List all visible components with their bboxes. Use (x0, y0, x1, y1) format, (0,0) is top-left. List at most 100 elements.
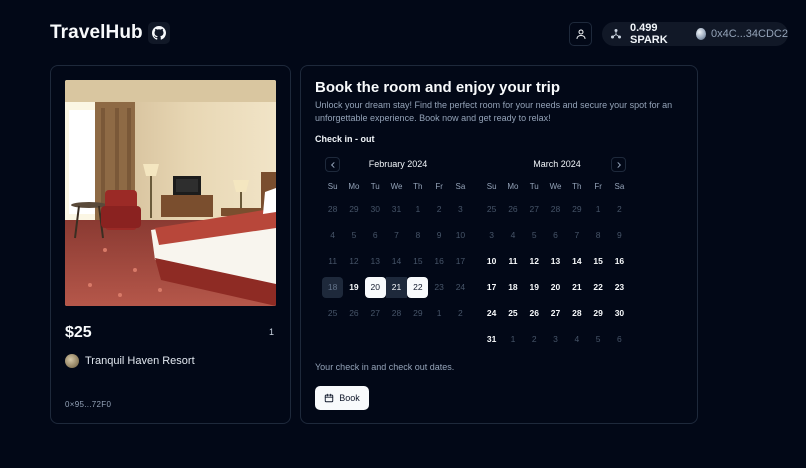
spark-icon (610, 27, 622, 41)
calendar-day-number: 15 (593, 256, 603, 266)
calendar-day-number: 19 (529, 282, 539, 292)
calendar-day-number: 28 (572, 308, 582, 318)
github-button[interactable] (148, 22, 170, 44)
weekday-label: Tu (529, 182, 539, 191)
calendar-day-number: 19 (349, 282, 359, 292)
weekday-label: Fr (435, 182, 443, 191)
calendar-day[interactable]: 10 (481, 248, 502, 274)
calendar-day-number: 7 (574, 230, 580, 240)
calendar-day-number: 28 (391, 308, 402, 318)
calendar-day[interactable]: 20 (545, 274, 566, 300)
calendar-day[interactable]: 21 (386, 274, 408, 300)
calendar-day-number: 9 (617, 230, 622, 240)
calendar-day-number: 26 (349, 308, 359, 318)
calendar-day-number: 4 (510, 230, 516, 240)
calendar-day: 28 (386, 300, 407, 326)
book-button-label: Book (339, 393, 360, 403)
calendar-day-number: 25 (486, 204, 497, 214)
calendar-day[interactable]: 22 (587, 274, 608, 300)
calendar-day[interactable]: 12 (524, 248, 545, 274)
calendar-day: 28 (545, 196, 566, 222)
calendar-day: 1 (407, 196, 428, 222)
calendar-day-number: 21 (572, 282, 582, 292)
calendar-day-number: 5 (595, 334, 601, 344)
book-button[interactable]: Book (315, 386, 369, 410)
calendar-day-number: 2 (458, 308, 463, 318)
calendar-day: 4 (322, 222, 343, 248)
calendar-day: 2 (524, 326, 545, 352)
calendar-day-number: 29 (413, 308, 423, 318)
calendar-day-number: 17 (486, 282, 497, 292)
calendar-day[interactable]: 23 (609, 274, 630, 300)
calendar-day-number: 25 (508, 308, 518, 318)
header: TravelHub 0.499 SPARK 0x4C...34CDC2 (0, 0, 806, 64)
calendar-day[interactable]: 14 (566, 248, 587, 274)
date-hint: Your check in and check out dates. (315, 362, 455, 372)
weekday-label: We (390, 182, 403, 191)
calendar-day[interactable]: 31 (481, 326, 502, 352)
calendar-day-number: 27 (550, 308, 561, 318)
calendar-day[interactable]: 17 (481, 274, 502, 300)
calendar-day-number: 3 (489, 230, 494, 240)
calendar-month-2: March 2024 Su Mo Tu We Th Fr Sa 25 26 27 28 29 1 2 3 4 5… (481, 157, 633, 344)
calendar-day-number: 23 (614, 282, 625, 292)
calendar-day[interactable]: 27 (545, 300, 566, 326)
calendar-day-number: 6 (553, 230, 558, 240)
calendar-day[interactable]: 24 (481, 300, 502, 326)
calendar-day[interactable]: 11 (502, 248, 523, 274)
calendar-day: 25 (322, 300, 343, 326)
calendar-day[interactable]: 13 (545, 248, 566, 274)
calendar-day-number: 5 (351, 230, 357, 240)
calendar-day[interactable]: 19 (524, 274, 545, 300)
calendar-day[interactable]: 25 (502, 300, 523, 326)
calendar-day[interactable]: 20 (364, 274, 386, 300)
weekday-label: Fr (594, 182, 602, 191)
resort-name: Tranquil Haven Resort (85, 355, 195, 367)
calendar-day-number: 20 (550, 282, 561, 292)
calendar-day-number: 11 (328, 256, 338, 266)
calendar-day-number: 13 (550, 256, 561, 266)
calendar-day[interactable]: 16 (609, 248, 630, 274)
brand-logo[interactable]: TravelHub (50, 22, 143, 44)
calendar-day: 7 (566, 222, 587, 248)
user-button[interactable] (569, 22, 592, 46)
calendar-day-number: 28 (327, 204, 338, 214)
calendar-day: 8 (407, 222, 428, 248)
calendar-day: 24 (450, 274, 471, 300)
calendar-day: 5 (587, 326, 608, 352)
weekday-label: We (549, 182, 562, 191)
calendar-day: 6 (609, 326, 630, 352)
weekday-label: Sa (614, 182, 625, 191)
wallet-address: 0x4C...34CDC2 (710, 28, 788, 40)
calendar-day[interactable]: 19 (343, 274, 364, 300)
calendar-day-number: 26 (529, 308, 539, 318)
calendar-day-number: 2 (531, 334, 537, 344)
calendar-day-number: 16 (434, 256, 444, 266)
calendar-day: 27 (524, 196, 545, 222)
calendar-day[interactable]: 29 (587, 300, 608, 326)
calendar-day-number: 27 (370, 308, 380, 318)
calendar-day[interactable]: 26 (524, 300, 545, 326)
calendar-day-number: 11 (508, 256, 518, 266)
calendar-day-number: 14 (572, 256, 582, 266)
calendar-day[interactable]: 22 (407, 274, 429, 300)
wallet-balance[interactable]: 0.499 SPARK 0x4C...34CDC2 (602, 22, 788, 46)
calendar-day[interactable]: 28 (566, 300, 587, 326)
calendar-day-number: 6 (617, 334, 622, 344)
calendar-day: 31 (386, 196, 407, 222)
checkin-label: Check in - out (315, 134, 375, 144)
calendar-day: 3 (545, 326, 566, 352)
calendar-day-number: 5 (531, 230, 537, 240)
wallet-avatar (695, 28, 706, 40)
calendar-day[interactable]: 30 (609, 300, 630, 326)
calendar-day[interactable]: 18 (502, 274, 523, 300)
calendar-day[interactable]: 21 (566, 274, 587, 300)
calendar-day: 5 (343, 222, 364, 248)
calendar-day-number: 10 (455, 230, 466, 240)
calendar-day-number: 24 (455, 282, 466, 292)
calendar-day[interactable]: 15 (587, 248, 608, 274)
user-icon (576, 29, 585, 39)
room-count: 1 (268, 327, 274, 337)
calendar-day: 1 (502, 326, 523, 352)
booking-description: Unlock your dream stay! Find the perfect… (315, 100, 673, 123)
